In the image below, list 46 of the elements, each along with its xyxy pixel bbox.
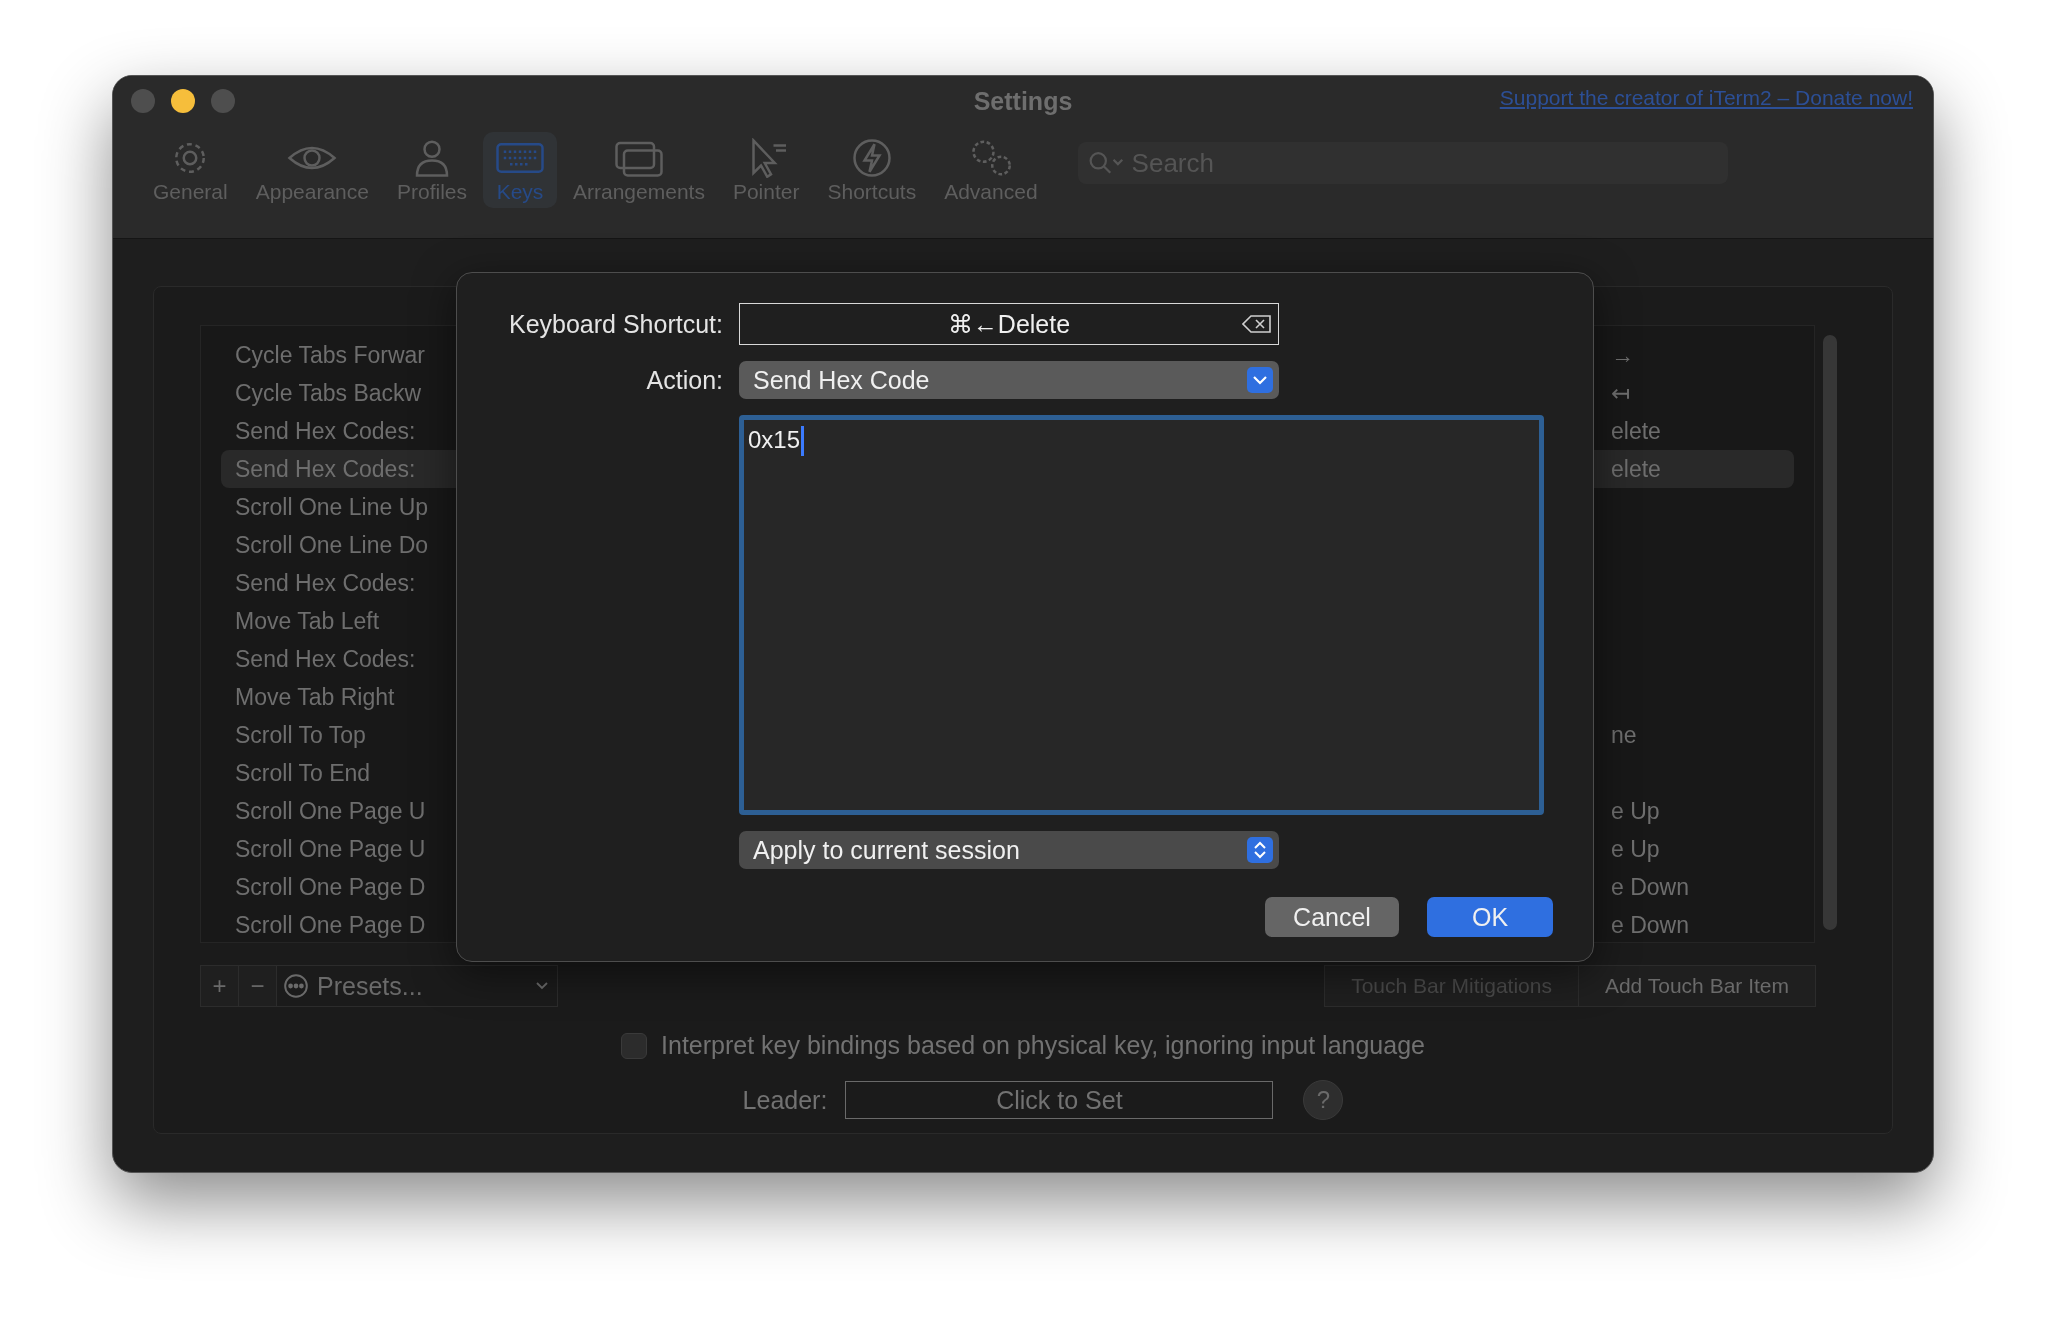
scope-popup[interactable]: Apply to current session [739,831,1279,869]
donate-link[interactable]: Support the creator of iTerm2 – Donate now! [1499,86,1913,110]
action-cell-text: Scroll To End [234,759,371,787]
shortcut-cell: elete [1611,455,1661,483]
remove-button[interactable]: − [239,966,277,1006]
action-cell-text: Scroll One Line Do [234,531,429,559]
checkbox[interactable] [621,1032,648,1059]
action-cell-text: Scroll One Page U [234,797,426,825]
checkbox-label: Interpret key bindings based on physical key, ignoring input language [661,1031,1425,1060]
chevron-icon [1247,367,1273,393]
shortcut-cell: ne [1611,721,1637,749]
search-icon [1087,151,1126,175]
shortcut-cell: e Down [1611,873,1689,901]
action-cell-text: Scroll One Page D [234,873,426,901]
shortcut-cell: → [1611,341,1634,369]
zoom-button[interactable] [211,89,235,113]
action-cell-text: Scroll To Top [234,721,366,749]
touch-bar-button[interactable]: Add Touch Bar Item [1577,966,1815,1006]
action-cell-text: Move Tab Right [234,683,395,711]
stepper-icon [1247,837,1273,863]
add-button[interactable]: + [201,966,239,1006]
window-title: Settings [973,86,1073,116]
leader-label: Leader: [742,1085,828,1115]
action-cell-text: Cycle Tabs Forwar [234,341,426,369]
scrollbar[interactable] [1823,335,1837,930]
hex-code-field[interactable]: 0x15 [739,415,1544,815]
cancel-button[interactable]: Cancel [1265,897,1399,937]
action-cell-text: Send Hex Codes: [234,569,416,597]
close-button[interactable] [131,89,155,113]
help-button[interactable]: ? [1303,1080,1344,1120]
action-cell-text: Send Hex Codes: [234,645,416,673]
clear-icon[interactable] [1242,314,1272,334]
more-icon [283,973,309,999]
action-label: Action: [645,365,724,396]
chevron-icon [535,981,549,991]
ok-button[interactable]: OK [1427,897,1553,937]
shortcut-label: Keyboard Shortcut: [508,309,724,340]
leader-field[interactable]: Click to Set [845,1081,1274,1119]
minimize-button[interactable] [171,89,195,113]
shortcut-cell: e Up [1611,797,1660,825]
action-cell-text: Move Tab Left [234,607,380,635]
action-popup[interactable]: Send Hex Code [739,361,1279,399]
shortcut-field[interactable]: ⌘←Delete [739,303,1279,345]
action-cell-text: Scroll One Line Up [234,493,429,521]
action-cell-text: Send Hex Codes: [234,455,416,483]
presets-popup[interactable]: Presets... [277,966,557,1006]
